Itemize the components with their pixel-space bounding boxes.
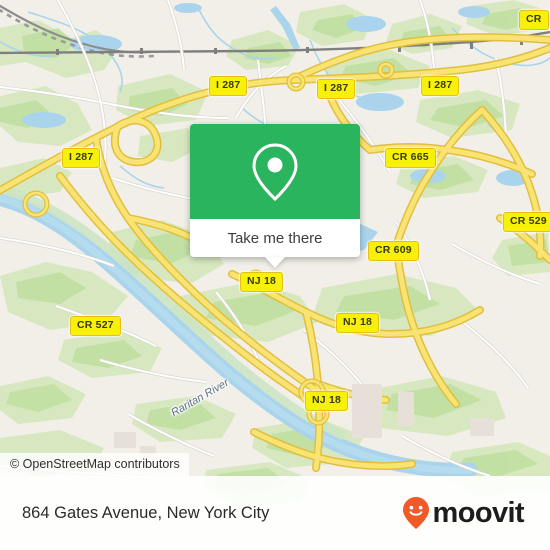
take-me-there-label: Take me there bbox=[227, 229, 323, 247]
shield-cr529[interactable]: CR 529 bbox=[503, 212, 550, 232]
shield-nj18-west[interactable]: NJ 18 bbox=[240, 272, 284, 292]
osm-attribution-text: © OpenStreetMap contributors bbox=[10, 457, 180, 471]
take-me-there-button[interactable]: Take me there bbox=[190, 219, 360, 257]
shield-cr527[interactable]: CR 527 bbox=[70, 316, 121, 336]
moovit-logo[interactable]: moovit bbox=[401, 496, 525, 530]
destination-popup[interactable]: Take me there bbox=[190, 124, 360, 268]
map-pin-icon bbox=[252, 142, 298, 201]
shield-i287-west[interactable]: I 287 bbox=[62, 148, 101, 168]
footer-bar: 864 Gates Avenue, New York City moovit bbox=[0, 476, 550, 550]
shield-nj18-east[interactable]: NJ 18 bbox=[336, 313, 380, 333]
address-label: 864 Gates Avenue, New York City bbox=[22, 503, 270, 522]
shield-i287-center[interactable]: I 287 bbox=[209, 76, 248, 96]
shield-i287-mid[interactable]: I 287 bbox=[317, 79, 356, 99]
moovit-wordmark: moovit bbox=[432, 496, 525, 529]
shield-cr609[interactable]: CR 609 bbox=[368, 241, 419, 261]
shield-nj18-south[interactable]: NJ 18 bbox=[305, 391, 349, 411]
moovit-pin-icon bbox=[402, 497, 429, 529]
shield-cr-topright[interactable]: CR bbox=[519, 10, 549, 30]
osm-attribution[interactable]: © OpenStreetMap contributors bbox=[0, 453, 189, 476]
popup-hero bbox=[190, 124, 360, 219]
shield-i287-east[interactable]: I 287 bbox=[421, 76, 460, 96]
popup-pointer bbox=[265, 257, 285, 268]
shield-cr665[interactable]: CR 665 bbox=[385, 148, 436, 168]
map-screen: I 287 I 287 I 287 I 287 CR 665 CR CR 529 CR 609… bbox=[0, 0, 550, 550]
